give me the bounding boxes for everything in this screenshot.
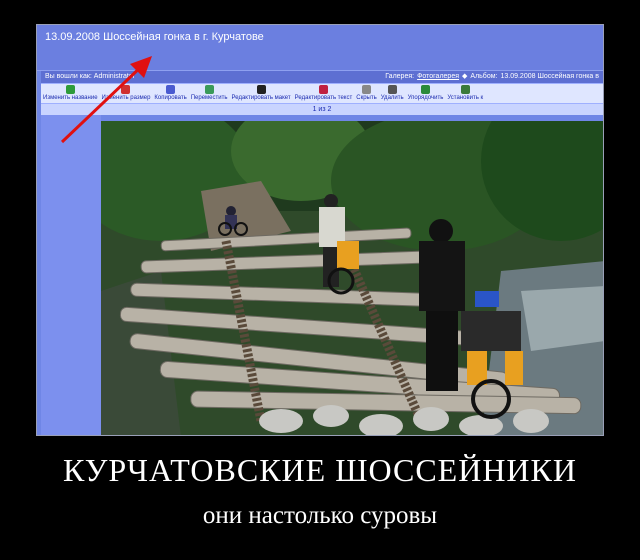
copy-icon xyxy=(166,85,176,94)
gallery-breadcrumb: Галерея: Фотогалерея ◆ Альбом: 13.09.200… xyxy=(385,71,599,83)
toolbar-button-1[interactable]: Изменить размер xyxy=(101,85,151,101)
toolbar-button-label: Скрыть xyxy=(356,95,377,101)
info-bar: Вы вошли как: Administrator Галерея: Фот… xyxy=(41,71,603,83)
trash-icon xyxy=(387,85,397,94)
set-icon xyxy=(460,85,470,94)
toolbar-button-label: Переместить xyxy=(190,95,228,101)
toolbar-button-5[interactable]: Редактировать текст xyxy=(294,85,353,101)
gallery-link[interactable]: Фотогалерея xyxy=(417,71,459,83)
toolbar-button-label: Редактировать текст xyxy=(294,95,353,101)
photo-illustration xyxy=(101,121,603,435)
toolbar-button-0[interactable]: Изменить название xyxy=(43,85,98,101)
move-icon xyxy=(204,85,214,94)
edit-icon xyxy=(65,85,75,94)
text-icon xyxy=(318,85,328,94)
login-status: Вы вошли как: Administrator xyxy=(45,73,136,80)
resize-icon xyxy=(121,85,131,94)
toolbar-button-label: Упорядочить xyxy=(407,95,444,101)
toolbar-button-4[interactable]: Редактировать макет xyxy=(232,85,291,101)
left-panel xyxy=(41,115,101,435)
arrow-right-icon: ◆ xyxy=(462,73,468,80)
pager: 1 из 2 xyxy=(41,104,603,115)
page-title: 13.09.2008 Шоссейная гонка в г. Курчатов… xyxy=(45,31,264,43)
toolbar-button-label: Изменить название xyxy=(43,95,98,101)
toolbar-button-3[interactable]: Переместить xyxy=(191,85,228,101)
toolbar-button-9[interactable]: Установить к xyxy=(447,85,483,101)
toolbar-button-label: Редактировать макет xyxy=(231,95,291,101)
layout-icon xyxy=(256,85,266,94)
photo-toolbar: Изменить название Изменить размер Копирова… xyxy=(41,83,603,104)
toolbar-button-label: Копировать xyxy=(154,95,187,101)
toolbar-button-label: Удалить xyxy=(380,95,404,101)
sort-icon xyxy=(421,85,430,94)
browser-frame: 13.09.2008 Шоссейная гонка в г. Курчатов… xyxy=(36,24,604,436)
page-header: 13.09.2008 Шоссейная гонка в г. Курчатов… xyxy=(37,25,603,71)
toolbar-button-6[interactable]: Скрыть xyxy=(356,85,377,101)
caption-subtitle: они настолько суровы xyxy=(202,502,438,529)
pager-text: 1 из 2 xyxy=(312,106,332,113)
toolbar-button-8[interactable]: Упорядочить xyxy=(407,85,444,101)
hide-icon xyxy=(361,85,371,94)
toolbar-button-label: Установить к xyxy=(447,95,484,101)
album-link[interactable]: 13.09.2008 Шоссейная гонка в xyxy=(500,71,599,83)
toolbar-button-7[interactable]: Удалить xyxy=(381,85,404,101)
caption-title: КУРЧАТОВСКИЕ ШОССЕЙНИКИ xyxy=(63,452,577,488)
toolbar-button-label: Изменить размер xyxy=(101,95,151,101)
photo[interactable] xyxy=(101,121,603,435)
toolbar-button-2[interactable]: Копировать xyxy=(154,85,187,101)
